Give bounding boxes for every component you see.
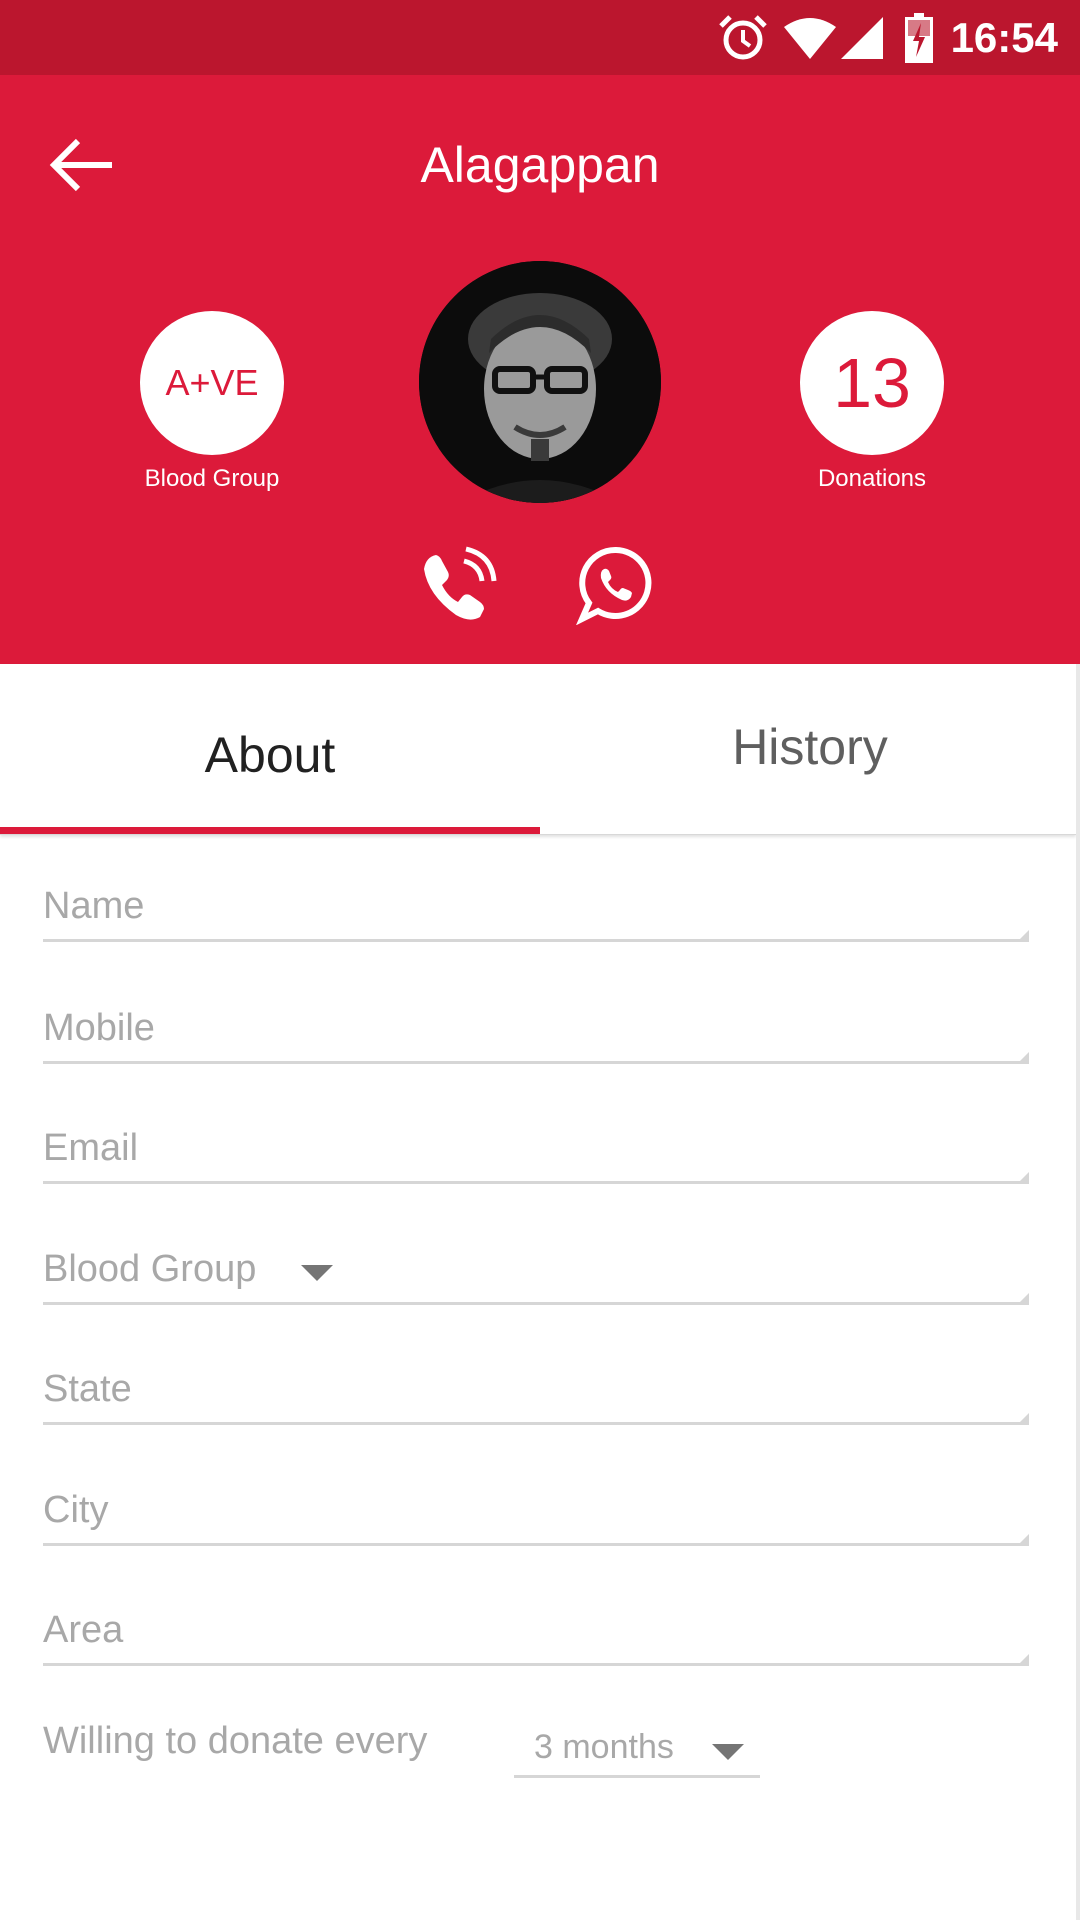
area-field-hint: Area [43,1609,124,1651]
blood-group-label: Blood Group [144,465,280,492]
email-field[interactable]: Email [43,1112,1029,1184]
email-field-underline [43,1181,1029,1184]
state-field-underline [43,1422,1029,1425]
avatar [419,261,661,503]
donations-label: Donations [817,465,927,492]
blood-group-select-hint: Blood Group [43,1248,257,1290]
city-field-corner [1017,1534,1029,1546]
donate-frequency-underline [514,1775,760,1778]
blood-group-select-corner [1017,1293,1029,1305]
alarm-icon [717,12,769,64]
donate-frequency-label: Willing to donate every [43,1720,428,1762]
mobile-field-corner [1017,1052,1029,1064]
chevron-down-icon [301,1265,333,1281]
name-field-hint: Name [43,885,145,927]
signal-icon [839,15,885,61]
tab-indicator [0,827,540,834]
name-field-underline [43,939,1029,942]
area-field-underline [43,1663,1029,1666]
battery-charging-icon [904,13,933,63]
donate-frequency-select[interactable]: 3 months [514,1718,760,1778]
status-time: 16:54 [950,14,1058,61]
state-field-corner [1017,1413,1029,1425]
right-edge-divider [1076,664,1080,1920]
status-bar: 16:54 [0,0,1080,75]
donations-count-badge: 13 [800,311,944,455]
call-button[interactable] [418,545,498,625]
blood-group-select-underline [43,1302,1029,1305]
blood-group-select[interactable]: Blood Group [43,1233,1029,1305]
city-field-underline [43,1543,1029,1546]
name-field[interactable]: Name [43,870,1029,942]
blood-group-badge: A+VE [140,311,284,455]
state-field[interactable]: State [43,1353,1029,1425]
wifi-icon [783,15,837,61]
area-field[interactable]: Area [43,1594,1029,1666]
city-field-hint: City [43,1489,109,1531]
whatsapp-icon [575,546,656,629]
city-field[interactable]: City [43,1474,1029,1546]
mobile-field-underline [43,1061,1029,1064]
email-field-corner [1017,1172,1029,1184]
mobile-field[interactable]: Mobile [43,992,1029,1064]
whatsapp-button[interactable] [575,545,656,626]
phone-call-icon [418,546,498,629]
status-icons: 16:54 [717,12,1058,64]
tab-about[interactable]: About [0,664,540,834]
tab-bar: About History [0,664,1076,835]
tab-history[interactable]: History [540,664,1080,834]
chevron-down-icon [712,1744,744,1760]
name-field-corner [1017,930,1029,942]
area-field-corner [1017,1654,1029,1666]
email-field-hint: Email [43,1127,139,1169]
donate-frequency-value: 3 months [534,1728,674,1766]
state-field-hint: State [43,1368,132,1410]
page-title: Alagappan [420,137,660,193]
mobile-field-hint: Mobile [43,1007,155,1049]
profile-header: Alagappan A+VE Blood Group 13 Donations [0,75,1080,664]
